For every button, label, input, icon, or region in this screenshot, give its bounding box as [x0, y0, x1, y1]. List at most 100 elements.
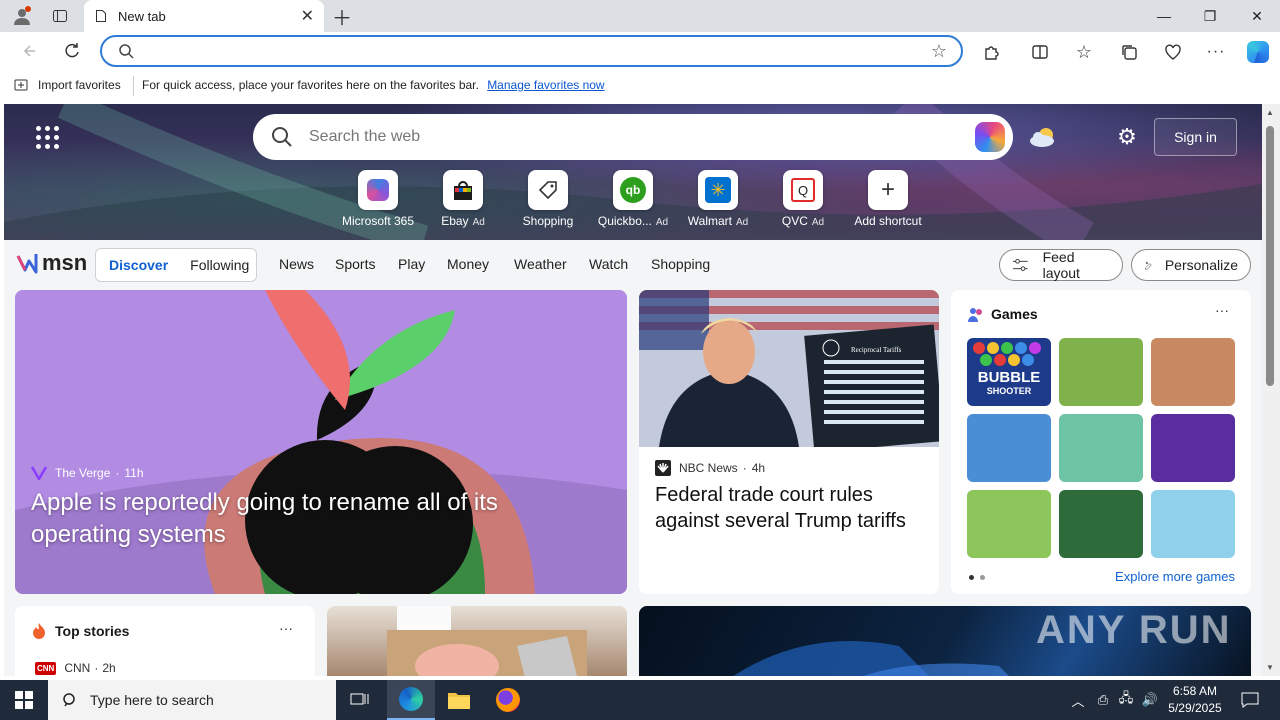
taskbar-edge[interactable] — [387, 680, 435, 720]
explore-more-games-link[interactable]: Explore more games — [1115, 569, 1235, 584]
personalize-button[interactable]: Personalize — [1131, 249, 1251, 281]
top-stories-heading: Top stories — [55, 623, 130, 639]
search-icon — [119, 44, 134, 59]
food-story-card[interactable] — [327, 606, 627, 676]
story-headline[interactable]: Federal trade court rules against severa… — [655, 482, 930, 534]
copilot-button[interactable] — [1245, 39, 1271, 65]
profile-button[interactable] — [0, 0, 44, 32]
game-tile-4[interactable] — [967, 414, 1051, 482]
sign-in-button[interactable]: Sign in — [1154, 118, 1237, 156]
network-icon[interactable]: 🖧 — [1116, 690, 1136, 710]
shortcut-ebay[interactable]: Ebay Ad — [421, 170, 505, 228]
close-tab-icon[interactable]: ✕ — [301, 6, 314, 26]
refresh-icon — [65, 43, 79, 58]
tab-discover[interactable]: Discover — [109, 257, 168, 273]
story-headline[interactable]: Apple is reportedly going to rename all … — [31, 487, 591, 551]
msn-logo[interactable]: msn — [16, 250, 87, 276]
usb-device-icon[interactable]: ⎙ — [1093, 690, 1113, 710]
hero-story-card[interactable]: The Verge · 11h Apple is reportedly goin… — [15, 290, 627, 594]
nav-weather[interactable]: Weather — [514, 256, 567, 272]
page-scrollbar[interactable]: ▲ ▼ — [1262, 104, 1280, 676]
address-bar[interactable]: ☆ — [100, 35, 963, 67]
import-favorites-button[interactable]: Import favorites — [14, 78, 121, 92]
new-tab-button[interactable]: ＋ — [330, 4, 354, 30]
weather-cloud-icon[interactable] — [1028, 126, 1058, 148]
ebay-icon — [443, 170, 483, 210]
game-tile-9[interactable] — [1151, 490, 1235, 558]
taskbar-search-box[interactable]: Type here to search — [48, 680, 336, 720]
back-button[interactable] — [16, 38, 42, 64]
nav-watch[interactable]: Watch — [589, 256, 628, 272]
start-button[interactable] — [0, 680, 48, 720]
notifications-button[interactable] — [1230, 680, 1270, 720]
extensions-button[interactable] — [980, 40, 1004, 64]
tab-actions-button[interactable] — [44, 0, 76, 32]
game-tile-3[interactable] — [1151, 338, 1235, 406]
nav-sports[interactable]: Sports — [335, 256, 375, 272]
import-favorites-label: Import favorites — [38, 78, 121, 92]
close-window-button[interactable]: ✕ — [1234, 0, 1280, 32]
shortcut-label: Add shortcut — [854, 214, 922, 228]
news-story-card[interactable]: Reciprocal Tariffs NBC News · 4h Federal… — [639, 290, 939, 594]
shortcut-walmart[interactable]: ✳ Walmart Ad — [676, 170, 760, 228]
apps-launcher-button[interactable] — [36, 126, 60, 150]
refresh-button[interactable] — [59, 38, 85, 64]
collections-button[interactable] — [1117, 40, 1141, 64]
plus-icon: + — [868, 170, 908, 210]
hero-background: Search the web ⚙ Sign in Microsoft 365 E… — [4, 104, 1262, 240]
system-clock[interactable]: 6:58 AM 5/29/2025 — [1164, 683, 1226, 717]
copilot-search-icon[interactable] — [975, 122, 1005, 152]
nav-money[interactable]: Money — [447, 256, 489, 272]
nav-play[interactable]: Play — [398, 256, 425, 272]
minimize-button[interactable]: — — [1141, 0, 1187, 32]
scroll-up-arrow-icon[interactable]: ▲ — [1266, 108, 1274, 117]
volume-icon[interactable]: 🔊 — [1140, 690, 1160, 710]
microsoft-365-icon — [358, 170, 398, 210]
taskbar-search-placeholder: Type here to search — [90, 692, 214, 708]
search-icon — [272, 127, 292, 147]
task-view-button[interactable] — [336, 680, 384, 720]
tab-new-tab[interactable]: New tab ✕ — [84, 0, 324, 32]
show-hidden-icons-chevron-icon[interactable]: ︿ — [1068, 690, 1088, 710]
feed-layout-button[interactable]: Feed layout — [999, 249, 1123, 281]
carousel-dots[interactable] — [969, 575, 985, 580]
game-tile-6[interactable] — [1151, 414, 1235, 482]
manage-favorites-link[interactable]: Manage favorites now — [487, 78, 604, 92]
game-tile-7[interactable] — [967, 490, 1051, 558]
page-settings-gear-icon[interactable]: ⚙ — [1114, 124, 1140, 150]
nav-shopping[interactable]: Shopping — [651, 256, 710, 272]
favorites-button[interactable]: ☆ — [1072, 40, 1096, 64]
restore-button[interactable]: ❐ — [1187, 0, 1233, 32]
shortcut-microsoft-365[interactable]: Microsoft 365 — [336, 170, 420, 228]
browser-essentials-button[interactable] — [1161, 40, 1185, 64]
story-age: 4h — [751, 461, 766, 475]
game-tile-2[interactable] — [1059, 338, 1143, 406]
scroll-down-arrow-icon[interactable]: ▼ — [1266, 663, 1274, 672]
taskbar-firefox[interactable] — [484, 680, 532, 720]
nav-news[interactable]: News — [279, 256, 314, 272]
story-meta: The Verge · 11h — [31, 466, 144, 480]
msn-butterfly-icon — [16, 254, 38, 274]
scrollbar-thumb[interactable] — [1266, 126, 1274, 386]
favorite-star-icon[interactable]: ☆ — [931, 41, 947, 62]
more-options-icon[interactable]: ··· — [279, 620, 293, 636]
game-tile-bubble-shooter[interactable]: BUBBLE SHOOTER — [967, 338, 1051, 406]
top-stories-card: Top stories ··· CNN CNN · 2h — [15, 606, 315, 676]
split-screen-button[interactable] — [1028, 40, 1052, 64]
shortcut-qvc[interactable]: Q QVC Ad — [761, 170, 845, 228]
shortcut-shopping[interactable]: Shopping — [506, 170, 590, 228]
tab-following[interactable]: Following — [190, 257, 249, 273]
game-tile-5[interactable] — [1059, 414, 1143, 482]
story-source: NBC News — [679, 461, 738, 475]
story-photo: Reciprocal Tariffs — [639, 290, 939, 453]
taskbar-file-explorer[interactable] — [435, 680, 483, 720]
story-age: 11h — [124, 466, 144, 480]
settings-more-button[interactable]: ··· — [1204, 40, 1228, 64]
shortcut-quickbooks[interactable]: qb Quickbo... Ad — [591, 170, 675, 228]
address-input[interactable] — [148, 43, 908, 59]
web-search-box[interactable]: Search the web — [253, 114, 1013, 160]
add-shortcut-button[interactable]: + Add shortcut — [846, 170, 930, 228]
more-options-icon[interactable]: ··· — [1215, 302, 1229, 318]
notification-icon — [1241, 692, 1259, 708]
game-tile-8[interactable] — [1059, 490, 1143, 558]
